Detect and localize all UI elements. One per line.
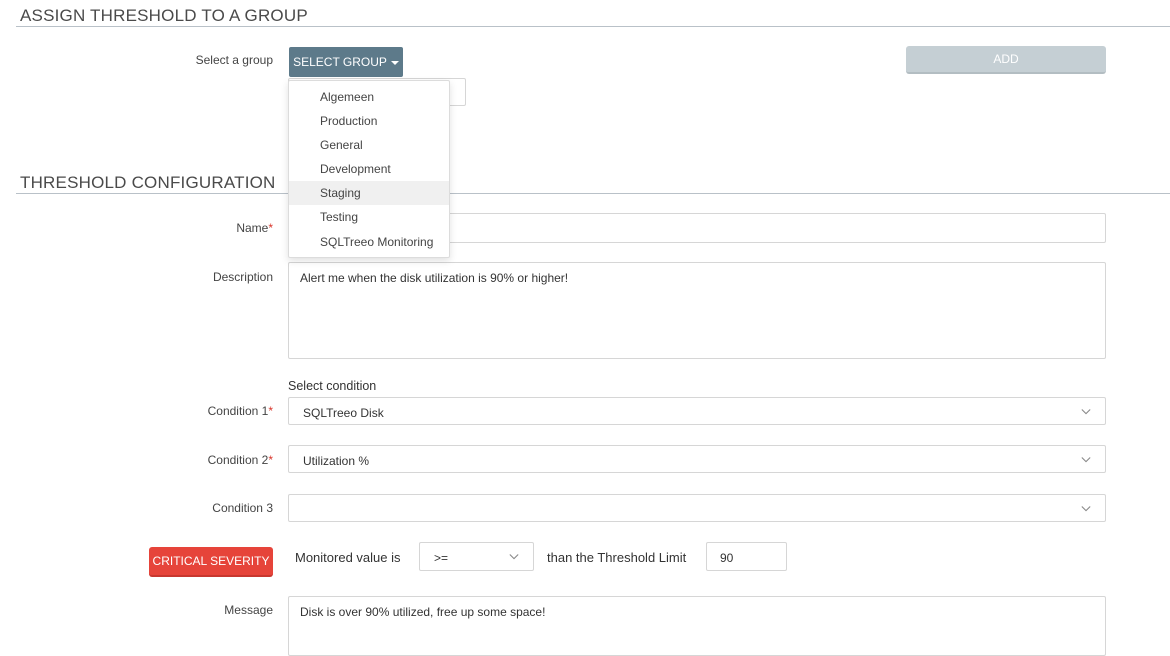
select-group-label: Select a group bbox=[195, 53, 273, 67]
dropdown-item-production[interactable]: Production bbox=[289, 109, 449, 133]
dropdown-item-staging[interactable]: Staging bbox=[289, 181, 449, 205]
operator-value: >= bbox=[434, 551, 449, 565]
condition2-select[interactable]: Utilization % bbox=[288, 445, 1106, 473]
dropdown-item-sqltreeo-monitoring[interactable]: SQLTreeo Monitoring bbox=[289, 230, 449, 254]
condition2-label-text: Condition 2 bbox=[207, 453, 269, 467]
select-group-button[interactable]: SELECT GROUP bbox=[289, 47, 403, 77]
dropdown-item-algemeen[interactable]: Algemeen bbox=[289, 85, 449, 109]
chevron-down-icon bbox=[509, 554, 519, 560]
operator-select[interactable]: >= bbox=[419, 542, 534, 571]
condition1-value: SQLTreeo Disk bbox=[303, 406, 384, 420]
config-section-title: THRESHOLD CONFIGURATION bbox=[20, 173, 276, 192]
chevron-down-icon bbox=[1081, 457, 1091, 463]
condition1-select[interactable]: SQLTreeo Disk bbox=[288, 397, 1106, 425]
section-divider bbox=[16, 193, 1170, 194]
add-button[interactable]: ADD bbox=[906, 46, 1106, 74]
caret-down-icon bbox=[390, 60, 399, 65]
message-label: Message bbox=[224, 603, 273, 617]
message-value: Disk is over 90% utilized, free up some … bbox=[300, 605, 546, 619]
required-marker: * bbox=[268, 221, 273, 235]
section-divider bbox=[16, 26, 1170, 27]
chevron-down-icon bbox=[1081, 506, 1091, 512]
monitored-value-text: Monitored value is bbox=[295, 550, 401, 565]
condition1-label-text: Condition 1 bbox=[207, 404, 269, 418]
name-label: Name* bbox=[236, 221, 273, 235]
select-condition-heading: Select condition bbox=[288, 379, 377, 393]
condition2-label: Condition 2* bbox=[208, 453, 273, 467]
dropdown-item-testing[interactable]: Testing bbox=[289, 205, 449, 229]
critical-severity-button[interactable]: CRITICAL SEVERITY bbox=[149, 547, 273, 577]
dropdown-item-general[interactable]: General bbox=[289, 133, 449, 157]
description-label: Description bbox=[212, 270, 273, 284]
condition3-select[interactable] bbox=[288, 494, 1106, 522]
threshold-limit-input[interactable]: 90 bbox=[706, 542, 787, 571]
dropdown-item-development[interactable]: Development bbox=[289, 157, 449, 181]
required-marker: * bbox=[268, 453, 273, 467]
condition3-label: Condition 3 bbox=[212, 501, 273, 515]
chevron-down-icon bbox=[1081, 409, 1091, 415]
threshold-limit-value: 90 bbox=[720, 551, 734, 565]
description-value: Alert me when the disk utilization is 90… bbox=[300, 271, 569, 285]
condition1-label: Condition 1* bbox=[208, 404, 273, 418]
name-label-text: Name bbox=[236, 221, 269, 235]
assign-section-title: ASSIGN THRESHOLD TO A GROUP bbox=[20, 6, 308, 25]
description-textarea[interactable]: Alert me when the disk utilization is 90… bbox=[288, 262, 1106, 359]
group-dropdown-menu: Algemeen Production General Development … bbox=[288, 80, 450, 258]
message-textarea[interactable]: Disk is over 90% utilized, free up some … bbox=[288, 596, 1106, 656]
required-marker: * bbox=[268, 404, 273, 418]
threshold-limit-text: than the Threshold Limit bbox=[547, 550, 687, 565]
condition2-value: Utilization % bbox=[303, 454, 370, 468]
select-group-button-label: SELECT GROUP bbox=[293, 55, 387, 69]
